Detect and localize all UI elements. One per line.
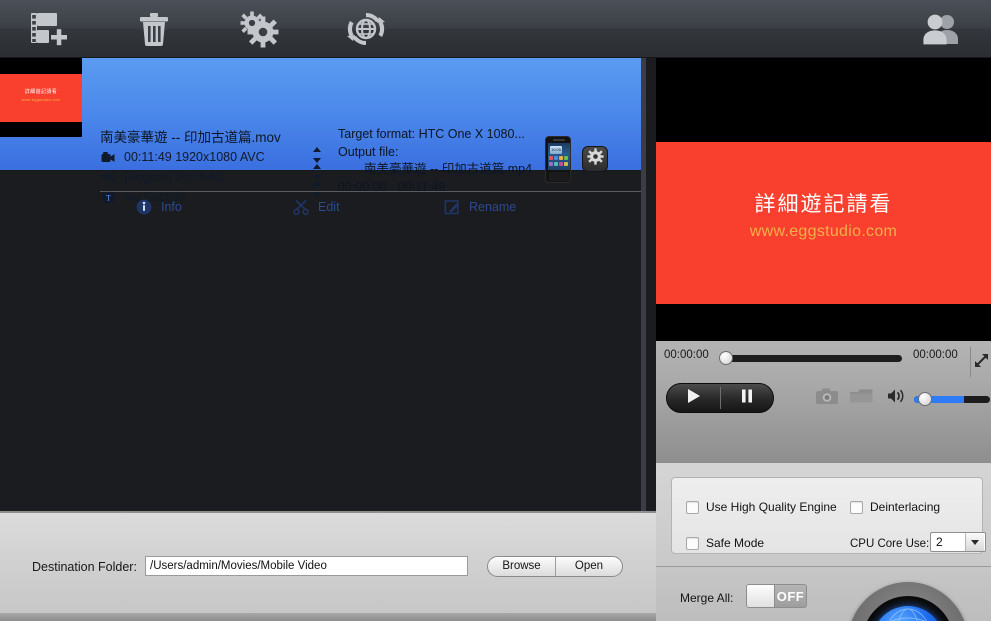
trash-icon bbox=[137, 10, 171, 48]
playback-controls: 00:00:00 00:00:00 bbox=[656, 340, 991, 463]
run-panel: Merge All: OFF bbox=[656, 566, 991, 621]
speaker-icon bbox=[886, 387, 908, 410]
open-button[interactable]: Open bbox=[555, 557, 622, 576]
toggle-knob bbox=[747, 585, 775, 607]
high-quality-engine-label: Use High Quality Engine bbox=[706, 500, 837, 514]
timeline-handle[interactable] bbox=[719, 351, 733, 365]
run-button[interactable]: RUN bbox=[848, 582, 968, 621]
play-pause-group bbox=[666, 383, 774, 413]
film-add-icon bbox=[29, 10, 69, 48]
pause-button[interactable] bbox=[721, 384, 774, 412]
timeline-track[interactable] bbox=[722, 355, 902, 362]
play-icon bbox=[684, 387, 702, 410]
camera-icon bbox=[815, 387, 839, 410]
delete-button[interactable] bbox=[123, 4, 185, 54]
video-stream-row: 00:11:49 1920x1080 AVC bbox=[100, 147, 281, 166]
merge-all-toggle[interactable]: OFF bbox=[746, 584, 807, 608]
video-stream-info: 00:11:49 1920x1080 AVC bbox=[124, 149, 265, 164]
play-button[interactable] bbox=[667, 384, 720, 412]
expand-arrows-icon[interactable] bbox=[972, 351, 990, 369]
preview-overlay-secondary: www.eggstudio.com bbox=[749, 223, 898, 240]
globe-lines-decoration bbox=[872, 606, 944, 621]
format-settings-button[interactable] bbox=[582, 146, 608, 172]
file-list[interactable]: 詳細遊記請看 www.eggstudio.com 南美豪華遊 -- 印加古道篇.… bbox=[0, 58, 646, 511]
thumbnail-text-primary: 詳細遊記請看 bbox=[24, 89, 58, 95]
cpu-core-use-label: CPU Core Use: bbox=[850, 538, 930, 550]
pause-icon bbox=[739, 387, 755, 410]
web-button[interactable] bbox=[335, 4, 397, 54]
speaker-icon bbox=[100, 169, 116, 184]
gear-icon bbox=[586, 148, 604, 170]
high-quality-engine-checkbox[interactable]: Use High Quality Engine bbox=[686, 500, 837, 514]
target-device-thumbnail: 10:05 bbox=[545, 136, 571, 183]
rename-action-label: Rename bbox=[469, 199, 517, 214]
timeline-row: 00:00:00 00:00:00 bbox=[656, 347, 991, 377]
app-window: 詳細遊記請看 www.eggstudio.com 南美豪華遊 -- 印加古道篇.… bbox=[0, 0, 991, 621]
encoder-settings-panel: Use High Quality Engine Deinterlacing Sa… bbox=[656, 463, 991, 566]
checkbox-box bbox=[850, 500, 863, 514]
output-file-name: 南美豪華遊 -- 印加古道篇.mp4 bbox=[364, 162, 533, 176]
preview-overlay-primary: 詳細遊記請看 bbox=[754, 193, 893, 216]
total-time: 00:00:00 bbox=[913, 349, 958, 361]
scissors-icon bbox=[292, 198, 310, 216]
file-info-right: Target format: HTC One X 1080... Output … bbox=[338, 126, 532, 196]
browse-button[interactable]: Browse bbox=[488, 557, 555, 576]
info-action-label: Info bbox=[161, 199, 182, 214]
safe-mode-label: Safe Mode bbox=[706, 536, 765, 550]
folder-icon bbox=[849, 387, 874, 410]
video-camera-icon bbox=[100, 149, 116, 164]
merge-all-label: Merge All: bbox=[680, 591, 734, 605]
destination-folder-label: Destination Folder: bbox=[32, 560, 137, 574]
settings-button[interactable] bbox=[228, 4, 290, 54]
checkbox-box bbox=[686, 536, 699, 550]
row-action-bar: Info Edit Rename bbox=[0, 192, 646, 221]
edit-action[interactable]: Edit bbox=[292, 192, 340, 221]
audio-stream-info: [English] 2ch AAC bbox=[124, 169, 225, 184]
deinterlacing-label: Deinterlacing bbox=[870, 500, 941, 514]
checkbox-box bbox=[686, 500, 699, 514]
volume-handle[interactable] bbox=[918, 392, 932, 406]
list-scrollbar-gutter[interactable] bbox=[641, 58, 646, 511]
video-thumbnail: 詳細遊記請看 www.eggstudio.com bbox=[0, 58, 82, 137]
thumbnail-text-secondary: www.eggstudio.com bbox=[21, 97, 61, 102]
chevron-down-icon bbox=[965, 533, 984, 551]
users-button[interactable] bbox=[910, 4, 972, 54]
table-row[interactable]: 詳細遊記請看 www.eggstudio.com 南美豪華遊 -- 印加古道篇.… bbox=[0, 58, 646, 215]
right-panel: 詳細遊記請看 www.eggstudio.com 00:00:00 00:00:… bbox=[656, 58, 991, 621]
output-file-label: Output file: bbox=[338, 144, 399, 159]
current-time: 00:00:00 bbox=[664, 349, 709, 361]
volume-button[interactable] bbox=[884, 385, 910, 411]
video-stream-stepper[interactable] bbox=[311, 147, 322, 163]
globe-refresh-icon bbox=[345, 9, 387, 49]
cpu-core-use-value: 2 bbox=[936, 535, 943, 549]
video-preview[interactable]: 詳細遊記請看 www.eggstudio.com bbox=[656, 58, 991, 340]
file-title: 南美豪華遊 -- 印加古道篇.mov bbox=[100, 130, 281, 145]
snapshot-button[interactable] bbox=[814, 385, 840, 411]
destination-buttons: Browse Open bbox=[487, 556, 623, 577]
info-action[interactable]: Info bbox=[135, 192, 182, 221]
audio-stream-row: [English] 2ch AAC bbox=[100, 167, 281, 186]
pencil-square-icon bbox=[443, 198, 461, 216]
safe-mode-checkbox[interactable]: Safe Mode bbox=[686, 536, 764, 550]
cpu-core-use-select[interactable]: 2 bbox=[930, 532, 986, 552]
info-circle-icon bbox=[135, 198, 153, 216]
main-toolbar bbox=[0, 0, 991, 58]
destination-folder-input[interactable] bbox=[145, 556, 468, 576]
deinterlacing-checkbox[interactable]: Deinterlacing bbox=[850, 500, 940, 514]
audio-stream-stepper[interactable] bbox=[311, 164, 322, 180]
window-bottom-edge bbox=[0, 613, 656, 621]
add-file-button[interactable] bbox=[18, 4, 80, 54]
open-output-folder-button[interactable] bbox=[848, 385, 874, 411]
gears-icon bbox=[238, 10, 280, 48]
users-icon bbox=[919, 12, 963, 46]
target-format-label[interactable]: Target format: HTC One X 1080... bbox=[338, 126, 532, 144]
merge-all-state: OFF bbox=[775, 585, 806, 607]
rename-action[interactable]: Rename bbox=[443, 192, 516, 221]
edit-action-label: Edit bbox=[318, 199, 340, 214]
